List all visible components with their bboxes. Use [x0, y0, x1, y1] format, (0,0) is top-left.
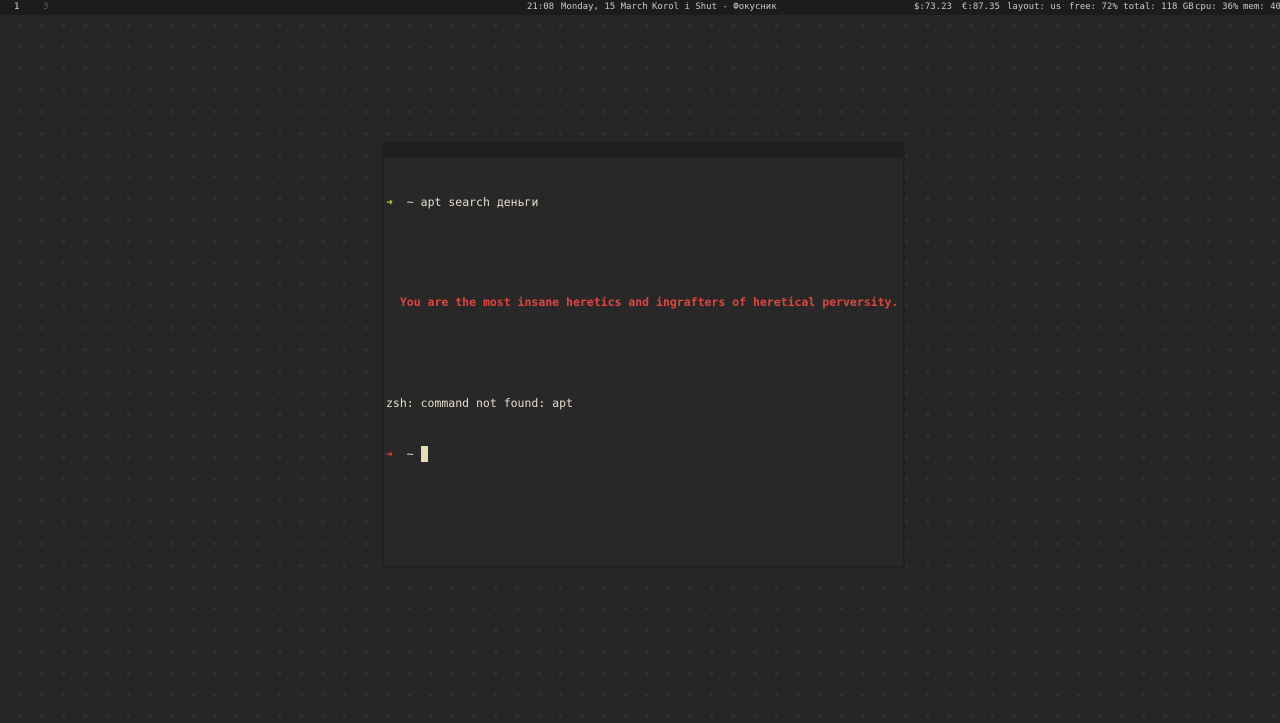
cpu-usage: cpu: 36%: [1195, 2, 1239, 12]
shell-error: zsh: command not found: apt: [386, 396, 573, 411]
shell-error-line: zsh: command not found: apt: [386, 395, 903, 412]
clock-time: 21:08: [527, 2, 555, 12]
clock-date: Monday, 15 March: [561, 2, 648, 12]
workspace-3[interactable]: 3: [43, 0, 48, 15]
mem-usage: mem: 40%: [1243, 2, 1280, 12]
text-cursor: [420, 445, 428, 462]
eur-rate: €:87.35: [962, 2, 1000, 12]
command-line: ➜ ~ apt search деньги: [386, 194, 903, 211]
usd-rate: $:73.23: [914, 2, 952, 12]
heresy-message: You are the most insane heretics and ing…: [399, 295, 899, 310]
workspace-1[interactable]: 1: [14, 0, 19, 15]
prompt-dir: ~: [406, 446, 414, 461]
prompt-dir: ~: [406, 194, 414, 209]
current-prompt[interactable]: ➜ ~: [386, 445, 903, 463]
terminal-window[interactable]: ➜ ~ apt search деньги You are the most i…: [383, 142, 904, 567]
error-line: You are the most insane heretics and ing…: [386, 294, 903, 311]
prompt-arrow-icon: ➜: [386, 194, 393, 209]
terminal-output[interactable]: ➜ ~ apt search деньги You are the most i…: [384, 158, 903, 496]
status-bar: 1 3 21:08 Monday, 15 March Korol i Shut …: [0, 0, 1280, 15]
now-playing[interactable]: Korol i Shut - Фокусник: [652, 0, 777, 15]
disk-usage: free: 72% total: 118 GB: [1069, 2, 1194, 12]
keyboard-layout[interactable]: layout: us: [1007, 0, 1061, 15]
typed-command: apt search деньги: [420, 194, 539, 209]
terminal-titlebar[interactable]: [384, 143, 903, 158]
prompt-arrow-icon: ➜: [386, 446, 393, 461]
